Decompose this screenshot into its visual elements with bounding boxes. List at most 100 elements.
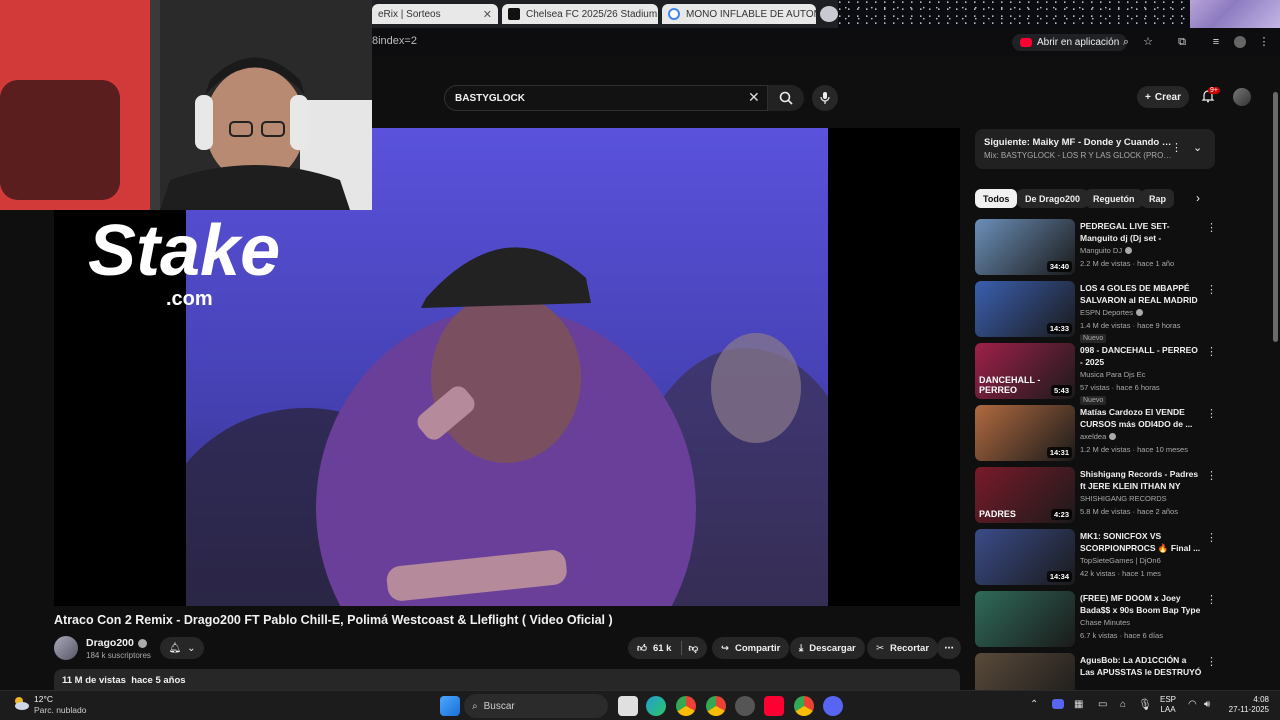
recommendation-item[interactable]: DANCEHALL - PERREO 5:43 098 - DANCEHALL - … bbox=[975, 343, 1217, 405]
chrome-profile-icon[interactable] bbox=[706, 696, 726, 716]
channel-name[interactable]: Drago200 bbox=[86, 637, 147, 649]
recommendation-thumbnail[interactable]: 14:34 bbox=[975, 529, 1075, 585]
recommendation-thumbnail[interactable]: 14:33 bbox=[975, 281, 1075, 337]
microphone-tray-icon[interactable]: 🎙︎ bbox=[1138, 698, 1152, 711]
kebab-icon[interactable]: ⋮ bbox=[1206, 221, 1217, 234]
bookmark-star-icon[interactable]: ☆ bbox=[1142, 36, 1154, 48]
recommendation-thumbnail[interactable]: PADRES 4:23 bbox=[975, 467, 1075, 523]
search-button[interactable] bbox=[768, 85, 804, 111]
chip-todos[interactable]: Todos bbox=[975, 189, 1018, 208]
channel-name-label: Drago200 bbox=[86, 637, 134, 649]
recommendation-item[interactable]: 34:40 PEDREGAL LIVE SET- Manguito dj (Dj … bbox=[975, 219, 1217, 275]
clip-button[interactable]: ✂ Recortar bbox=[867, 637, 939, 659]
recommendation-meta: 5.8 M de vistas · hace 2 años bbox=[1080, 507, 1178, 516]
kebab-icon[interactable]: ⋮ bbox=[1206, 655, 1217, 668]
create-button[interactable]: + Crear bbox=[1137, 86, 1189, 108]
chip-drago200[interactable]: De Drago200 bbox=[1017, 189, 1089, 208]
recommendation-title[interactable]: LOS 4 GOLES DE MBAPPÉ SALVARON al REAL M… bbox=[1080, 282, 1202, 306]
recommendation-item[interactable]: 14:33 LOS 4 GOLES DE MBAPPÉ SALVARON al R… bbox=[975, 281, 1217, 343]
thumbs-down-icon[interactable]: 👎︎ bbox=[688, 642, 698, 654]
subscribed-notifications-button[interactable]: 🔔︎ ⌄ bbox=[160, 637, 204, 659]
kebab-icon[interactable]: ⋮ bbox=[1206, 593, 1217, 606]
tray-network-icon[interactable]: ⌂ bbox=[1120, 699, 1126, 710]
recommendation-title[interactable]: MK1: SONICFOX VS SCORPIONPROCS 🔥 Final .… bbox=[1080, 530, 1202, 554]
edge-icon[interactable] bbox=[646, 696, 666, 716]
chip-regueton[interactable]: Reguetón bbox=[1085, 189, 1143, 208]
recommendation-item[interactable]: 14:31 Matías Cardozo El VENDE CURSOS más … bbox=[975, 405, 1217, 461]
recommendation-thumbnail[interactable]: DANCEHALL - PERREO 5:43 bbox=[975, 343, 1075, 399]
clear-search-icon[interactable]: ✕ bbox=[748, 89, 760, 106]
recommendation-channel[interactable]: SHISHIGANG RECORDS bbox=[1080, 494, 1167, 503]
recommendation-title[interactable]: AgusBob: La AD1CCIÓN a Las APUSSTAS le D… bbox=[1080, 654, 1202, 678]
recommendation-channel[interactable]: Chase Minutes bbox=[1080, 618, 1130, 627]
new-tab-button[interactable] bbox=[820, 6, 838, 22]
recommendation-title[interactable]: Matías Cardozo El VENDE CURSOS más ODI4D… bbox=[1080, 406, 1202, 430]
recommendation-title[interactable]: Shishigang Records - Padres ft JERE KLEI… bbox=[1080, 468, 1202, 492]
extensions-icon[interactable]: ⧉ bbox=[1176, 36, 1188, 48]
task-view-icon[interactable] bbox=[618, 696, 638, 716]
recommendation-thumbnail[interactable] bbox=[975, 591, 1075, 647]
recommendation-channel[interactable]: Manguito DJ bbox=[1080, 246, 1133, 255]
download-button[interactable]: ⤓ Descargar bbox=[790, 637, 865, 659]
description-box[interactable]: 11 M de vistas hace 5 años bbox=[54, 669, 960, 691]
tray-discord-icon[interactable] bbox=[1052, 699, 1064, 709]
scrollbar-thumb[interactable] bbox=[1273, 92, 1278, 342]
share-button[interactable]: ↪ Compartir bbox=[712, 637, 790, 659]
youtube-app-icon[interactable] bbox=[764, 696, 784, 716]
account-avatar[interactable] bbox=[1233, 88, 1251, 106]
browser-tab-mono[interactable]: MONO INFLABLE DE AUTOMO... ✕ bbox=[662, 4, 816, 24]
recommendation-channel[interactable]: Musica Para Djs Ec bbox=[1080, 370, 1145, 379]
menu-kebab-icon[interactable]: ⋮ bbox=[1258, 36, 1270, 48]
weather-condition: Parc. nublado bbox=[34, 705, 87, 715]
wifi-icon[interactable]: ◠ bbox=[1188, 699, 1197, 710]
taskbar-search[interactable]: ⌕ Buscar bbox=[464, 694, 608, 718]
search-input[interactable]: BASTYGLOCK bbox=[444, 85, 768, 111]
windows-start-icon[interactable] bbox=[440, 696, 460, 716]
kebab-icon[interactable]: ⋮ bbox=[1206, 345, 1217, 358]
recommendation-thumbnail[interactable]: 34:40 bbox=[975, 219, 1075, 275]
open-in-app-button[interactable]: Abrir en aplicación bbox=[1012, 34, 1128, 51]
chips-next-icon[interactable]: › bbox=[1196, 191, 1200, 205]
channel-avatar[interactable] bbox=[54, 636, 78, 660]
url-text[interactable]: 8index=2 bbox=[372, 35, 417, 47]
recommendation-title[interactable]: 098 - DANCEHALL - PERREO - 2025 bbox=[1080, 344, 1202, 368]
recommendation-item[interactable]: 14:34 MK1: SONICFOX VS SCORPIONPROCS 🔥 Fi… bbox=[975, 529, 1217, 585]
more-actions-button[interactable]: ⋯ bbox=[937, 637, 961, 659]
scrollbar[interactable] bbox=[1271, 80, 1280, 690]
kebab-icon[interactable]: ⋮ bbox=[1206, 283, 1217, 296]
browser-tab-chelsea[interactable]: Chelsea FC 2025/26 Stadium H... ✕ bbox=[502, 4, 658, 24]
reading-list-icon[interactable]: ≡ bbox=[1210, 36, 1222, 48]
zoom-icon[interactable]: ⌕ bbox=[1120, 36, 1132, 48]
kebab-icon[interactable]: ⋮ bbox=[1206, 469, 1217, 482]
up-next-panel[interactable]: Siguiente: Maiky MF - Donde y Cuando Ft … bbox=[975, 129, 1215, 169]
chevron-down-icon[interactable]: ⌄ bbox=[1193, 141, 1202, 154]
recommendation-channel[interactable]: axeldea bbox=[1080, 432, 1117, 441]
chip-rap[interactable]: Rap bbox=[1141, 189, 1175, 208]
profile-avatar[interactable] bbox=[1234, 36, 1246, 48]
tray-grid-icon[interactable]: ▦ bbox=[1074, 699, 1083, 710]
recommendation-thumbnail[interactable]: 14:31 bbox=[975, 405, 1075, 461]
recommendation-title[interactable]: PEDREGAL LIVE SET- Manguito dj (Dj set -… bbox=[1080, 220, 1202, 244]
language-indicator[interactable]: ESP LAA bbox=[1160, 695, 1176, 715]
chrome-icon[interactable] bbox=[676, 696, 696, 716]
tab-close-icon[interactable]: ✕ bbox=[483, 8, 492, 21]
volume-icon[interactable]: 🔊︎ bbox=[1204, 699, 1210, 710]
browser-tab-sorteos[interactable]: eRix | Sorteos ✕ bbox=[372, 4, 498, 24]
tray-app-icon[interactable]: ▭ bbox=[1098, 699, 1107, 710]
recommendation-channel[interactable]: ESPN Deportes bbox=[1080, 308, 1143, 317]
chrome-alt-icon[interactable] bbox=[794, 696, 814, 716]
kebab-icon[interactable]: ⋮ bbox=[1206, 407, 1217, 420]
recommendation-channel[interactable]: TopSieteGames | DjOn6 bbox=[1080, 556, 1161, 565]
clock[interactable]: 4:08 27-11-2025 bbox=[1225, 695, 1269, 715]
recommendation-title[interactable]: (FREE) MF DOOM x Joey Bada$$ x 90s Boom … bbox=[1080, 592, 1202, 616]
voice-search-button[interactable] bbox=[812, 85, 838, 111]
kebab-icon[interactable]: ⋮ bbox=[1171, 141, 1182, 154]
weather-cloud-icon[interactable] bbox=[12, 695, 30, 711]
obs-icon[interactable] bbox=[735, 696, 755, 716]
discord-icon[interactable] bbox=[823, 696, 843, 716]
recommendation-item[interactable]: PADRES 4:23 Shishigang Records - Padres ft… bbox=[975, 467, 1217, 523]
recommendation-item[interactable]: (FREE) MF DOOM x Joey Bada$$ x 90s Boom … bbox=[975, 591, 1217, 647]
tray-chevron-icon[interactable]: ⌃ bbox=[1030, 699, 1038, 710]
like-button[interactable]: 👍︎ 61 k 👎︎ bbox=[628, 637, 708, 659]
kebab-icon[interactable]: ⋮ bbox=[1206, 531, 1217, 544]
